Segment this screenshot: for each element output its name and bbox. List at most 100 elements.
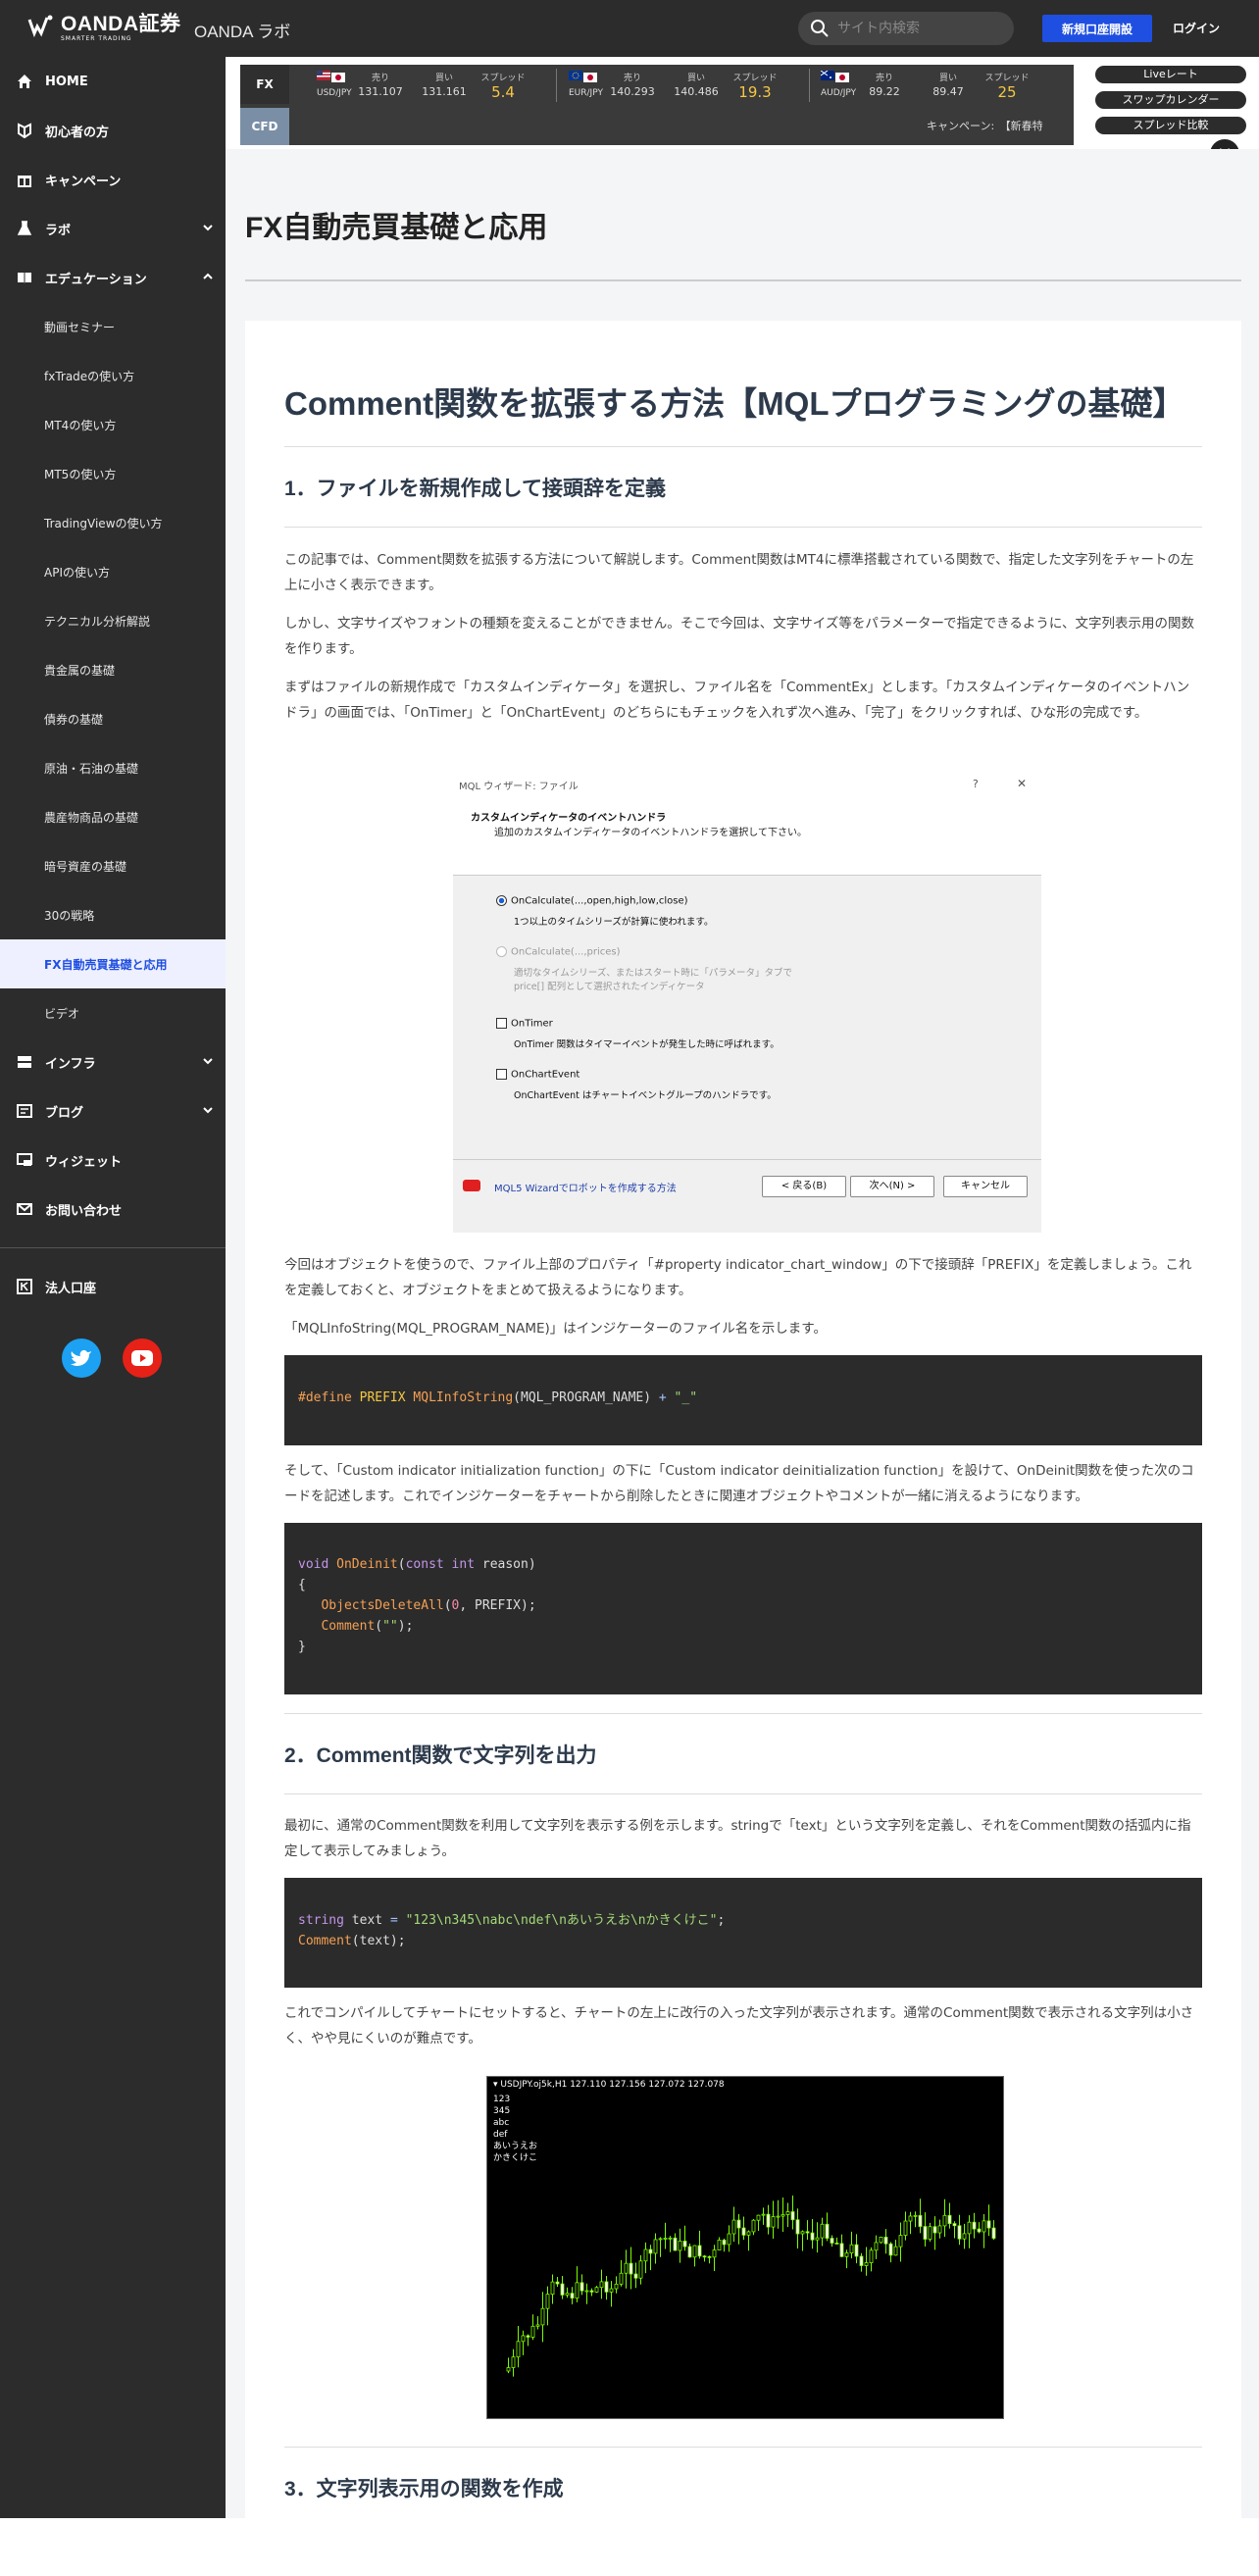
candle-body (761, 2213, 766, 2216)
rate-pair-audjpy[interactable]: AUD/JPY 売り 89.22 買い 89.47 スプレッド 25 (821, 65, 1036, 104)
sidebar-item-widget[interactable]: ウィジェット (0, 1136, 226, 1185)
sidebar-subitem[interactable]: 暗号資産の基礎 (0, 841, 226, 890)
oanda-logo[interactable]: OANDA証券 SMARTER TRADING (27, 14, 181, 42)
sidebar-subitem[interactable]: TradingViewの使い方 (0, 498, 226, 547)
sidebar-item-education[interactable]: エデュケーション (0, 253, 226, 302)
option-oncalculate-ohlc: OnCalculate(...,open,high,low,close) (496, 895, 688, 907)
tab-cfd[interactable]: CFD (240, 108, 289, 145)
sidebar-subitem[interactable]: fxTradeの使い方 (0, 351, 226, 400)
candle-body (830, 2238, 834, 2244)
sidebar-subitem[interactable]: 動画セミナー (0, 302, 226, 351)
brand-name: OANDA証券 (61, 13, 181, 35)
widget-icon (16, 1151, 33, 1169)
tab-fx[interactable]: FX (240, 65, 289, 104)
back-button: < 戻る(B) (762, 1176, 846, 1197)
main-content: FX自動売買基礎と応用 Comment関数を拡張する方法【MQLプログラミングの… (226, 149, 1259, 2576)
sidebar-subitem[interactable]: 債券の基礎 (0, 694, 226, 743)
sell-rate: 140.293 (610, 85, 655, 98)
sidebar-subitem[interactable]: 農産物商品の基礎 (0, 792, 226, 841)
code-token: ObjectsDeleteAll (298, 1598, 444, 1613)
sidebar-item-lab[interactable]: ラボ (0, 204, 226, 253)
candle-body (952, 2223, 957, 2227)
sell-label: 売り (371, 74, 389, 83)
chevron-down-icon[interactable] (202, 1104, 214, 1116)
sidebar-subitem[interactable]: 30の戦略 (0, 890, 226, 939)
divider (284, 446, 1202, 447)
candle-body (903, 2220, 908, 2236)
candle-body (947, 2214, 952, 2224)
rate-pair-usdjpy[interactable]: USD/JPY 売り 131.107 買い 131.161 スプレッド 5.4 (317, 65, 532, 104)
sidebar-item-label: ラボ (45, 223, 72, 238)
eu-jp-flag-icon (569, 71, 597, 82)
candle-body (918, 2214, 923, 2227)
candle-body (957, 2225, 962, 2240)
option-desc: OnTimer 関数はタイマーイベントが発生した時に呼ばれます。 (514, 1039, 780, 1050)
code-token: const int (405, 1557, 482, 1572)
sidebar-item-campaign[interactable]: キャンペーン (0, 155, 226, 204)
sidebar-item-beginner[interactable]: 初心者の方 (0, 106, 226, 155)
code-token: "_" (674, 1390, 698, 1405)
sidebar-item-blog[interactable]: ブログ (0, 1086, 226, 1136)
open-account-button[interactable]: 新規口座開設 (1042, 15, 1152, 42)
rate-pair-eurjpy[interactable]: EUR/JPY 売り 140.293 買い 140.486 スプレッド 19.3 (569, 65, 784, 104)
candle-body (594, 2287, 599, 2293)
corporate-icon (16, 1278, 33, 1295)
server-icon (16, 1053, 33, 1071)
sidebar-subitem[interactable]: ビデオ (0, 988, 226, 1037)
sidebar-item-label: 初心者の方 (45, 125, 110, 140)
chevron-up-icon[interactable] (202, 271, 214, 282)
buy-rate: 140.486 (674, 85, 719, 98)
candle-body (629, 2262, 633, 2275)
spread-compare-button[interactable]: スプレッド比較 (1094, 116, 1247, 135)
chevron-down-icon[interactable] (202, 1055, 214, 1067)
sidebar-subitem[interactable]: 貴金属の基礎 (0, 645, 226, 694)
code-block[interactable]: void OnDeinit(const int reason){ Objects… (284, 1523, 1202, 1694)
paragraph: そして、「Custom indicator initialization fun… (284, 1463, 1194, 1504)
candle-body (658, 2238, 663, 2241)
code-line: } (298, 1640, 306, 1654)
code-token: #define (298, 1390, 360, 1405)
sidebar-item-infra[interactable]: インフラ (0, 1037, 226, 1086)
option-label: OnCalculate(...,prices) (511, 946, 621, 958)
sidebar-item-corporate[interactable]: 法人口座 (0, 1262, 226, 1311)
option-desc: OnChartEvent はチャートイベントグループのハンドラです。 (514, 1090, 777, 1101)
site-search[interactable] (798, 12, 1014, 45)
home-icon (16, 73, 33, 90)
pair-divider (556, 69, 557, 102)
twitter-icon[interactable] (62, 1339, 101, 1378)
sidebar-subitem[interactable]: MT5の使い方 (0, 449, 226, 498)
sidebar-subitem[interactable]: 原油・石油の基礎 (0, 743, 226, 792)
wizard-heading: カスタムインディケータのイベントハンドラ (471, 813, 667, 824)
youtube-icon[interactable] (123, 1339, 162, 1378)
candle-body (736, 2219, 741, 2229)
chevron-down-icon[interactable] (202, 222, 214, 233)
section-heading: 1．ファイルを新規作成して接頭辞を定義 (284, 478, 667, 500)
code-token: "" (382, 1619, 398, 1634)
code-block[interactable]: string text = "123\n345\nabc\ndef\nあいうえお… (284, 1878, 1202, 1988)
code-block[interactable]: #define PREFIX MQLInfoString(MQL_PROGRAM… (284, 1355, 1202, 1445)
candle-body (692, 2245, 697, 2258)
live-rate-button[interactable]: Liveレート (1094, 65, 1247, 84)
sidebar-subitem-active[interactable]: FX自動売買基礎と応用 (0, 939, 226, 988)
candle-body (839, 2243, 844, 2257)
article-card: Comment関数を拡張する方法【MQLプログラミングの基礎】 1．ファイルを新… (245, 321, 1241, 2576)
divider (284, 527, 1202, 528)
sidebar-subitem[interactable]: MT4の使い方 (0, 400, 226, 449)
sidebar-subitem[interactable]: テクニカル分析解説 (0, 596, 226, 645)
swap-calendar-button[interactable]: スワップカレンダー (1094, 90, 1247, 110)
lab-title[interactable]: OANDA ラボ (194, 18, 290, 42)
candle-body (535, 2324, 540, 2327)
sidebar-subitem[interactable]: APIの使い方 (0, 547, 226, 596)
campaign-marquee[interactable]: キャンペーン: 【新春特 (927, 118, 1064, 133)
flask-icon (16, 220, 33, 237)
candle-body (800, 2231, 805, 2235)
code-token: string (298, 1913, 352, 1928)
candle-body (815, 2237, 820, 2241)
login-link[interactable]: ログイン (1173, 20, 1220, 36)
spread-value: 5.4 (491, 83, 515, 101)
code-token: void (298, 1557, 337, 1572)
sidebar-item-contact[interactable]: お問い合わせ (0, 1185, 226, 1234)
search-input[interactable] (837, 21, 1004, 36)
candle-body (908, 2215, 913, 2222)
sidebar-item-home[interactable]: HOME (0, 57, 226, 106)
